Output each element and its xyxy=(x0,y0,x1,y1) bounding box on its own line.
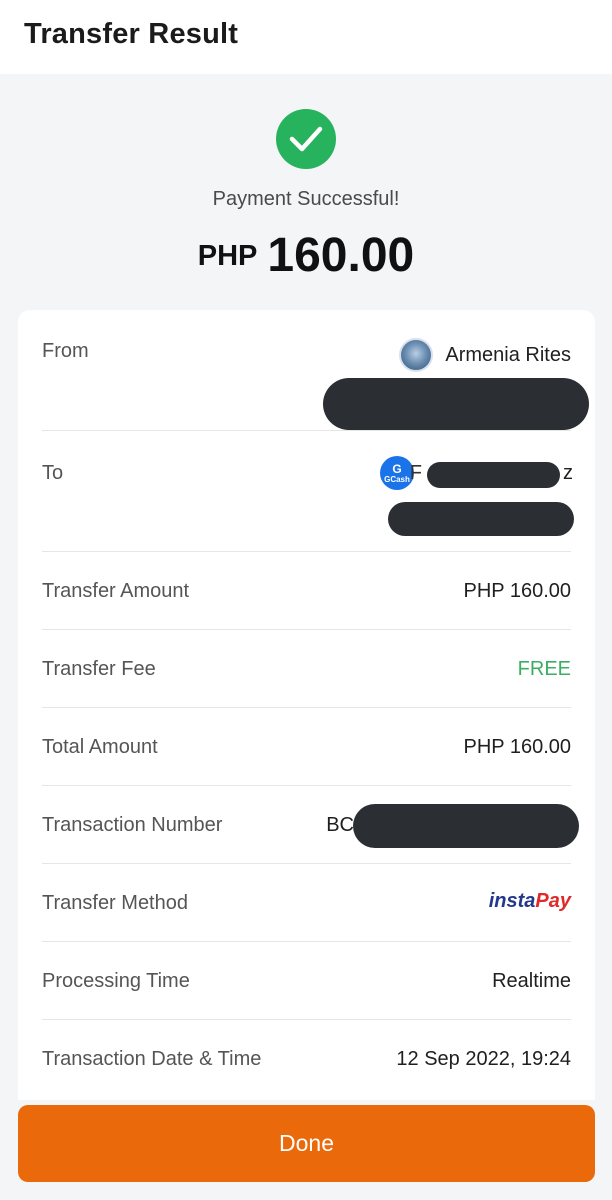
check-circle-icon xyxy=(276,109,336,169)
divider xyxy=(42,1019,571,1020)
status-message: Payment Successful! xyxy=(212,188,400,210)
divider xyxy=(42,785,571,786)
row-to: To G GCash z F xyxy=(42,456,574,556)
row-total-amount: Total Amount PHP 160.00 xyxy=(42,736,571,766)
transaction-datetime-label: Transaction Date & Time xyxy=(42,1048,262,1070)
gcash-logo-letter: G xyxy=(392,461,402,476)
divider xyxy=(42,629,571,630)
transfer-details-card: From Armenia Rites To G GCash z F Transf… xyxy=(18,310,595,1100)
transfer-amount-value: PHP 160.00 xyxy=(463,580,572,602)
row-transfer-method: Transfer Method instaPay xyxy=(42,890,571,922)
divider xyxy=(42,941,571,942)
row-from: From Armenia Rites xyxy=(42,338,589,438)
redacted-transaction-number xyxy=(353,804,579,848)
transfer-fee-label: Transfer Fee xyxy=(42,658,156,680)
amount-currency: PHP xyxy=(197,240,258,272)
from-label: From xyxy=(42,340,89,362)
app-header: Transfer Result xyxy=(0,0,612,74)
gcash-logo-text: GCash xyxy=(384,474,410,484)
from-name: Armenia Rites xyxy=(445,344,571,366)
bank-logo-icon xyxy=(399,338,433,372)
redacted-recipient-name xyxy=(427,462,560,488)
divider xyxy=(42,551,571,552)
transfer-amount-label: Transfer Amount xyxy=(42,580,190,602)
divider xyxy=(42,863,571,864)
transaction-number-label: Transaction Number xyxy=(42,814,223,836)
instapay-logo-part2: Pay xyxy=(535,890,571,912)
processing-time-label: Processing Time xyxy=(42,970,190,992)
total-amount-label: Total Amount xyxy=(42,736,158,758)
instapay-logo-part1: insta xyxy=(488,890,536,912)
row-transfer-amount: Transfer Amount PHP 160.00 xyxy=(42,580,571,610)
redacted-recipient-number xyxy=(388,502,574,536)
redacted-account xyxy=(323,378,589,430)
amount-display: PHP 160.00 xyxy=(0,228,612,283)
transaction-datetime-value: 12 Sep 2022, 19:24 xyxy=(396,1048,571,1070)
transaction-number-prefix: BC xyxy=(326,814,354,836)
to-label: To xyxy=(42,462,64,484)
total-amount-value: PHP 160.00 xyxy=(463,736,572,758)
instapay-logo: instaPay xyxy=(489,890,571,913)
row-processing-time: Processing Time Realtime xyxy=(42,970,571,1000)
divider xyxy=(42,707,571,708)
divider xyxy=(42,430,571,431)
page-title: Transfer Result xyxy=(24,18,239,50)
amount-value: 160.00 xyxy=(267,229,415,282)
processing-time-value: Realtime xyxy=(492,970,571,992)
transfer-method-label: Transfer Method xyxy=(42,892,188,914)
done-button[interactable]: Done xyxy=(18,1105,595,1182)
row-transfer-fee: Transfer Fee FREE xyxy=(42,658,571,688)
checkmark-icon xyxy=(289,126,323,152)
row-transaction-number: Transaction Number BC xyxy=(42,804,579,848)
transfer-fee-value: FREE xyxy=(517,658,571,680)
row-transaction-datetime: Transaction Date & Time 12 Sep 2022, 19:… xyxy=(42,1048,571,1078)
to-name-prefix: F xyxy=(409,462,422,484)
to-name-suffix: z xyxy=(563,462,573,484)
